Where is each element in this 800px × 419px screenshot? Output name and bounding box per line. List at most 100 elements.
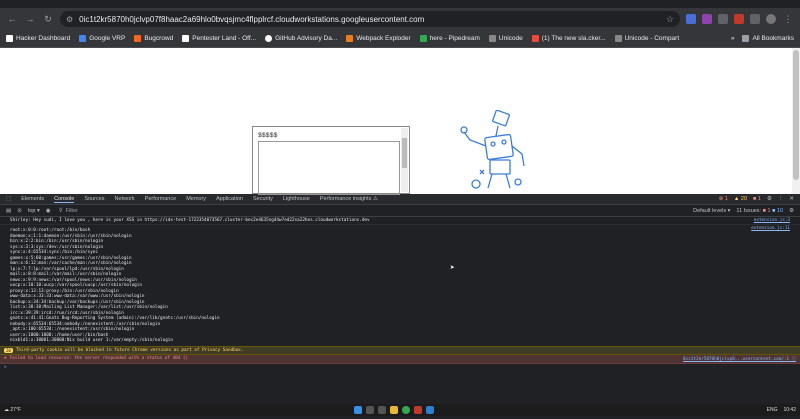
tab-strip [0,0,800,8]
clear-console-icon[interactable]: ⊘ [17,208,22,214]
reload-icon[interactable]: ↻ [42,13,54,25]
language-indicator[interactable]: ENG [767,407,778,413]
all-bookmarks-button[interactable]: All Bookmarks [742,35,794,42]
filter-icon: ⊽ [58,207,63,214]
close-icon[interactable]: ✕ [789,196,794,202]
menu-icon[interactable]: ⋮ [782,13,794,25]
app-icon[interactable] [425,406,434,414]
console-log-line: Shirley: Hey sudi, I love you , here is … [0,217,800,225]
passwd-output: root:x:0:0:root:/root:/bin/bash daemon:x… [10,228,220,343]
bookmark-item[interactable]: Google VRP [79,35,125,42]
search-icon[interactable] [365,406,374,414]
page-scrollbar[interactable] [792,48,800,194]
profile-avatar[interactable] [766,14,776,24]
bookmark-item[interactable]: Hacker Dashboard [6,35,70,42]
favicon-icon [488,35,496,42]
puzzle-icon[interactable] [750,14,760,24]
page-viewport: $$$$$ [0,48,800,195]
favicon-icon [531,35,539,42]
bookmark-star-icon[interactable]: ☆ [666,14,674,25]
os-taskbar: ☁ 27°F ENG 10:42 [0,404,800,416]
console-output: Shirley: Hey sudi, I love you , here is … [0,217,800,404]
favicon-icon [134,35,142,42]
extension-icon[interactable] [686,14,696,24]
explorer-icon[interactable] [389,406,398,414]
favicon-icon [346,35,354,42]
console-toolbar: ▤ ⊘ top ▾ ◉ ⊽ Filter Default levels ▾ 11 … [0,205,800,217]
textarea-label: $$$$$ [258,132,278,139]
warning-count[interactable]: ▲ 20 [734,196,747,202]
favicon-icon [6,35,13,42]
tab-network[interactable]: Network [115,196,135,202]
textarea-scrollbar[interactable] [401,128,408,192]
extension-icon[interactable] [718,14,728,24]
extension-icon[interactable] [734,14,744,24]
log-source-link[interactable]: extension.js:11 [751,226,790,231]
warning-message[interactable]: Third-party cookie will be blocked in fu… [16,348,244,353]
issues-button[interactable]: 11 Issues: ■ 1 ■ 10 [736,208,783,214]
textarea-inner[interactable] [258,141,400,195]
robot-illustration [460,110,525,189]
bookmark-item[interactable]: GitHub Advisory Da... [265,35,337,42]
error-source-link[interactable]: 0ic1t2kr5870h0jclvp0...usercontent.com/:… [683,356,796,362]
console-error: ⊗ Failed to load resource: the server re… [0,354,800,364]
bookmark-item[interactable]: here - Pipedream [419,35,480,42]
forward-icon[interactable]: → [24,13,36,25]
tab-security[interactable]: Security [253,196,273,202]
tab-application[interactable]: Application [216,196,243,202]
console-settings-icon[interactable]: ⚙ [789,208,794,214]
chrome-icon[interactable] [401,406,410,414]
devtools-dock-icon[interactable]: ⬚ [6,196,11,202]
taskview-icon[interactable] [377,406,386,414]
error-count[interactable]: ⊗ 1 [719,196,728,202]
browser-toolbar: ← → ↻ ⚙ 0ic1t2kr5870h0jclvp07f8haac2a69h… [0,8,800,30]
favicon-icon [614,35,622,42]
issues-count[interactable]: ■ 1 [753,196,761,202]
levels-select[interactable]: Default levels ▾ [693,208,730,214]
warning-count-badge: 20 [4,347,13,353]
bookmark-item[interactable]: Webpack Exploder [346,35,411,42]
bookmark-item[interactable]: Pentester Land - Off... [182,35,256,42]
filter-input[interactable]: ⊽ Filter [56,206,237,215]
folder-icon [742,35,750,42]
start-icon[interactable] [353,406,362,414]
console-prompt[interactable]: > [0,364,800,371]
textarea-frame[interactable]: $$$$$ [252,126,410,195]
app-icon[interactable] [413,406,422,414]
address-bar[interactable]: ⚙ 0ic1t2kr5870h0jclvp07f8haac2a69hlo0bvq… [60,11,680,27]
bookmark-item[interactable]: (1) The new sla.cker... [531,35,606,42]
tab-memory[interactable]: Memory [186,196,206,202]
favicon-icon [79,35,87,42]
clock[interactable]: 10:42 [783,407,796,413]
eye-icon[interactable]: ◉ [46,208,51,214]
tab-performance-insights[interactable]: Performance insights ⚠ [320,196,378,202]
more-options-icon[interactable]: ⋮ [778,196,784,202]
console-warning: 20 Third-party cookie will be blocked in… [0,345,800,355]
github-icon [265,35,273,42]
bookmark-item[interactable]: Unicode [488,35,523,42]
error-icon: ⊗ [4,356,7,361]
tab-performance[interactable]: Performance [145,196,177,202]
log-source-link[interactable]: extension.js:3 [754,218,790,223]
bookmark-item[interactable]: Unicode - Compart [614,35,679,42]
bookmarks-overflow-icon[interactable]: » [731,35,735,42]
settings-gear-icon[interactable]: ⚙ [767,196,772,202]
extension-icon[interactable] [702,14,712,24]
tab-sources[interactable]: Sources [84,196,104,202]
favicon-icon [419,35,427,42]
url-text: 0ic1t2kr5870h0jclvp07f8haac2a69hlo0bvqsj… [79,14,425,24]
mouse-cursor-icon: ➤ [450,263,455,272]
site-info-icon[interactable]: ⚙ [66,15,73,24]
sidebar-toggle-icon[interactable]: ▤ [6,208,11,214]
bookmark-item[interactable]: Bugcrowd [134,35,173,42]
context-select[interactable]: top ▾ [28,208,40,214]
tab-console[interactable]: Console [54,196,75,203]
tab-elements[interactable]: Elements [21,196,44,202]
tab-lighthouse[interactable]: Lighthouse [283,196,310,202]
bookmarks-bar: Hacker Dashboard Google VRP Bugcrowd Pen… [0,30,800,48]
back-icon[interactable]: ← [6,13,18,25]
weather-widget[interactable]: ☁ 27°F [4,407,21,413]
favicon-icon [182,35,190,42]
devtools-tabs: ⬚ Elements Console Sources Network Perfo… [0,194,800,205]
error-message: Failed to load resource: the server resp… [9,356,189,361]
